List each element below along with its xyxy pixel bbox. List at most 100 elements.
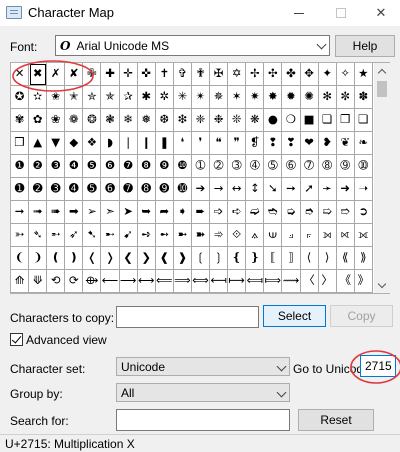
char-cell[interactable]: ➩ <box>210 201 229 224</box>
char-cell[interactable]: ❺ <box>83 155 102 178</box>
char-cell[interactable]: ➏ <box>101 178 120 201</box>
char-cell[interactable]: ❨ <box>11 247 30 270</box>
char-cell[interactable]: ✟ <box>191 63 211 86</box>
char-cell[interactable]: ❒ <box>11 132 30 155</box>
char-cell[interactable]: ⟿ <box>282 270 301 293</box>
char-cell[interactable]: ❯ <box>137 247 156 270</box>
advanced-view-checkbox[interactable] <box>10 333 23 346</box>
char-cell[interactable]: ✣ <box>264 63 283 86</box>
search-input[interactable] <box>116 409 290 431</box>
char-cell[interactable]: ⟑ <box>246 224 265 247</box>
char-cell[interactable]: ❘ <box>119 132 138 155</box>
char-cell[interactable]: ✛ <box>119 63 138 86</box>
char-cell[interactable]: ⟫ <box>354 247 373 270</box>
char-cell[interactable]: ✹ <box>282 86 301 109</box>
char-cell[interactable]: 《 <box>336 270 355 293</box>
char-cell[interactable]: ✧ <box>336 63 355 86</box>
char-cell[interactable]: ❍ <box>282 109 301 132</box>
char-cell[interactable]: ➴ <box>29 224 48 247</box>
char-cell[interactable]: ❇ <box>173 109 192 132</box>
char-cell[interactable]: ⟷ <box>137 270 156 293</box>
char-cell[interactable]: ❊ <box>228 109 247 132</box>
char-cell[interactable]: ❑ <box>354 109 373 132</box>
char-cell[interactable]: ➈ <box>336 155 355 178</box>
char-cell[interactable]: ➊ <box>11 178 30 201</box>
char-cell[interactable]: ➸ <box>101 224 120 247</box>
char-cell[interactable]: ● <box>264 109 283 132</box>
char-cell[interactable]: ➧ <box>173 201 192 224</box>
char-cell[interactable]: ✼ <box>336 86 355 109</box>
char-cell[interactable]: ➭ <box>282 201 301 224</box>
characters-to-copy-input[interactable] <box>116 306 259 328</box>
char-cell[interactable]: ➻ <box>155 224 174 247</box>
char-cell[interactable]: ❁ <box>65 109 84 132</box>
char-cell[interactable]: ⟹ <box>173 270 192 293</box>
char-cell[interactable]: ➌ <box>47 178 66 201</box>
char-cell[interactable]: ✕ <box>11 63 30 86</box>
char-cell[interactable]: ➓ <box>173 178 192 201</box>
char-cell[interactable]: ⟻ <box>210 270 229 293</box>
char-cell[interactable]: ➪ <box>228 201 247 224</box>
char-cell[interactable]: ➬ <box>264 201 283 224</box>
char-cell[interactable]: ✯ <box>101 86 120 109</box>
char-cell[interactable]: ❅ <box>137 109 156 132</box>
char-cell[interactable]: ❷ <box>29 155 48 178</box>
char-cell[interactable]: ➘ <box>264 178 283 201</box>
grid-scrollbar[interactable] <box>374 63 390 293</box>
char-cell[interactable]: ✞ <box>173 63 192 86</box>
char-cell[interactable]: ❜ <box>191 132 211 155</box>
char-cell[interactable]: ⟩ <box>318 247 337 270</box>
group-by-dropdown[interactable]: All <box>116 383 290 402</box>
char-cell[interactable]: ➟ <box>29 201 48 224</box>
char-cell[interactable]: ✸ <box>264 86 283 109</box>
char-cell[interactable]: ➁ <box>210 155 229 178</box>
char-cell[interactable]: ↕ <box>246 178 265 201</box>
char-cell[interactable]: ❰ <box>155 247 174 270</box>
char-cell[interactable]: ⟼ <box>228 270 247 293</box>
char-cell[interactable]: ⟳ <box>65 270 84 293</box>
char-cell[interactable]: ❪ <box>47 247 66 270</box>
char-cell[interactable]: ➐ <box>119 178 138 201</box>
char-cell[interactable]: ⟴ <box>83 270 102 293</box>
char-cell[interactable]: ❐ <box>336 109 355 132</box>
char-cell[interactable]: ❏ <box>318 109 337 132</box>
char-cell[interactable]: ⟪ <box>336 247 355 270</box>
char-cell[interactable]: ⟗ <box>354 224 373 247</box>
char-cell[interactable]: ❛ <box>173 132 192 155</box>
char-cell[interactable]: ✙ <box>83 63 102 86</box>
char-cell[interactable]: ✷ <box>246 86 265 109</box>
char-cell[interactable]: ➦ <box>155 201 174 224</box>
char-cell[interactable]: ➯ <box>318 201 337 224</box>
scroll-up-button[interactable] <box>374 63 390 79</box>
char-cell[interactable]: ❣ <box>282 132 301 155</box>
char-cell[interactable]: ➑ <box>137 178 156 201</box>
char-cell[interactable]: ✺ <box>300 86 319 109</box>
font-select[interactable]: O Arial Unicode MS <box>55 35 330 56</box>
char-cell[interactable]: ❖ <box>83 132 102 155</box>
char-cell[interactable]: ★ <box>354 63 373 86</box>
char-cell[interactable]: ❬ <box>83 247 102 270</box>
char-cell[interactable]: ❸ <box>47 155 66 178</box>
scroll-thumb[interactable] <box>377 81 387 97</box>
char-cell[interactable]: ➳ <box>11 224 30 247</box>
char-cell[interactable]: ❶ <box>11 155 30 178</box>
char-cell[interactable]: ➄ <box>264 155 283 178</box>
char-cell[interactable]: ➶ <box>65 224 84 247</box>
char-cell[interactable]: 》 <box>354 270 373 293</box>
char-cell[interactable]: ✘ <box>65 63 84 86</box>
char-cell[interactable]: ❚ <box>155 132 174 155</box>
char-cell[interactable]: ➡ <box>65 201 84 224</box>
char-cell[interactable]: ❽ <box>137 155 156 178</box>
char-cell[interactable]: ✶ <box>228 86 247 109</box>
char-cell[interactable]: ↔ <box>228 178 247 201</box>
char-cell[interactable]: ✴ <box>191 86 211 109</box>
char-cell[interactable]: ❆ <box>155 109 174 132</box>
char-cell[interactable]: ✖ <box>29 63 48 86</box>
char-cell[interactable]: ❞ <box>228 132 247 155</box>
char-cell[interactable]: ⟲ <box>47 270 66 293</box>
char-cell[interactable]: ❥ <box>318 132 337 155</box>
char-cell[interactable]: ❡ <box>246 132 265 155</box>
char-cell[interactable]: ➋ <box>29 178 48 201</box>
char-cell[interactable]: ➱ <box>336 201 355 224</box>
char-cell[interactable]: 〈 <box>300 270 319 293</box>
